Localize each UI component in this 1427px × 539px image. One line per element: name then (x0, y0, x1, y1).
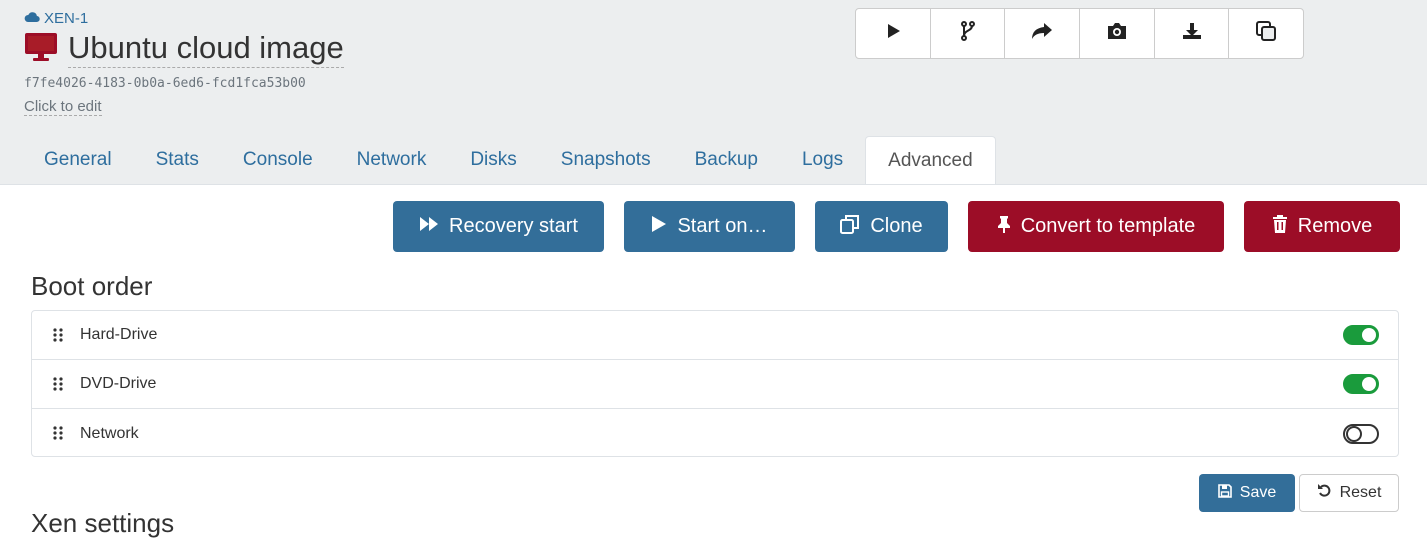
tab-disks[interactable]: Disks (448, 136, 538, 184)
remove-label: Remove (1297, 215, 1373, 237)
tab-console[interactable]: Console (221, 136, 335, 184)
forward-icon (1031, 22, 1053, 45)
boot-order-list: Hard-Drive DVD-Drive Network (31, 310, 1399, 457)
pool-link[interactable]: XEN-1 (24, 10, 88, 27)
copy-button[interactable] (1229, 9, 1303, 58)
download-icon (1182, 22, 1202, 45)
vm-tabs: General Stats Console Network Disks Snap… (22, 136, 996, 184)
remove-button[interactable]: Remove (1244, 201, 1400, 252)
vm-name[interactable]: Ubuntu cloud image (68, 30, 344, 68)
vm-action-bar (855, 8, 1304, 59)
thumbtack-icon (997, 215, 1011, 239)
clone-icon (840, 214, 860, 240)
vm-header: XEN-1 Ubuntu cloud image f7fe4026-4183-0… (0, 0, 1427, 185)
xen-settings-title: Xen settings (31, 508, 175, 538)
tab-stats[interactable]: Stats (134, 136, 221, 184)
toggle-knob (1362, 328, 1376, 342)
boot-item-label: Network (80, 424, 139, 442)
tab-logs[interactable]: Logs (780, 136, 865, 184)
boot-item-label: DVD-Drive (80, 375, 157, 392)
pool-name[interactable]: XEN-1 (44, 10, 88, 27)
vm-description-edit[interactable]: Click to edit (24, 98, 102, 116)
vm-uuid: f7fe4026-4183-0b0a-6ed6-fcd1fca53b00 (24, 76, 306, 91)
clone-label: Clone (870, 215, 923, 237)
boot-item-network[interactable]: Network (32, 409, 1398, 458)
boot-item-toggle[interactable] (1343, 423, 1379, 444)
boot-order-title: Boot order (31, 271, 153, 301)
snapshot-button[interactable] (1080, 9, 1155, 58)
drag-handle-icon[interactable] (52, 328, 64, 342)
boot-item-hard-drive[interactable]: Hard-Drive (32, 311, 1398, 360)
toggle-knob (1346, 425, 1362, 442)
fast-clone-button[interactable] (931, 9, 1006, 58)
tab-general[interactable]: General (22, 136, 134, 184)
tab-backup[interactable]: Backup (673, 136, 780, 184)
floppy-icon (1217, 483, 1232, 503)
undo-icon (1317, 483, 1332, 503)
tab-snapshots[interactable]: Snapshots (539, 136, 673, 184)
camera-icon (1106, 22, 1128, 45)
trash-icon (1272, 214, 1288, 239)
toggle-knob (1362, 377, 1376, 391)
start-on-button[interactable]: Start on… (624, 201, 795, 252)
tab-network[interactable]: Network (335, 136, 449, 184)
recovery-start-label: Recovery start (449, 215, 578, 237)
fast-forward-icon (419, 215, 439, 238)
cloud-icon (24, 10, 40, 27)
start-vm-button[interactable] (856, 9, 931, 58)
copy-icon (1256, 21, 1277, 46)
reset-label: Reset (1339, 484, 1382, 501)
play-icon (884, 22, 902, 45)
boot-item-toggle[interactable] (1343, 325, 1379, 345)
migrate-button[interactable] (1005, 9, 1081, 58)
save-button[interactable]: Save (1199, 474, 1295, 512)
play-icon (651, 215, 667, 239)
monitor-icon (24, 32, 58, 67)
branch-icon (960, 21, 975, 46)
convert-to-template-label: Convert to template (1020, 215, 1196, 237)
boot-item-dvd-drive[interactable]: DVD-Drive (32, 360, 1398, 409)
boot-item-toggle[interactable] (1343, 374, 1379, 394)
boot-item-label: Hard-Drive (80, 326, 158, 343)
clone-button[interactable]: Clone (815, 201, 948, 252)
convert-to-template-button[interactable]: Convert to template (968, 201, 1224, 252)
start-on-label: Start on… (677, 215, 768, 237)
tab-advanced[interactable]: Advanced (865, 136, 996, 184)
export-button[interactable] (1155, 9, 1230, 58)
vm-title: Ubuntu cloud image (24, 30, 344, 68)
recovery-start-button[interactable]: Recovery start (393, 201, 604, 252)
drag-handle-icon[interactable] (52, 377, 64, 391)
reset-button[interactable]: Reset (1299, 474, 1399, 512)
drag-handle-icon[interactable] (52, 426, 64, 440)
save-label: Save (1239, 484, 1277, 501)
